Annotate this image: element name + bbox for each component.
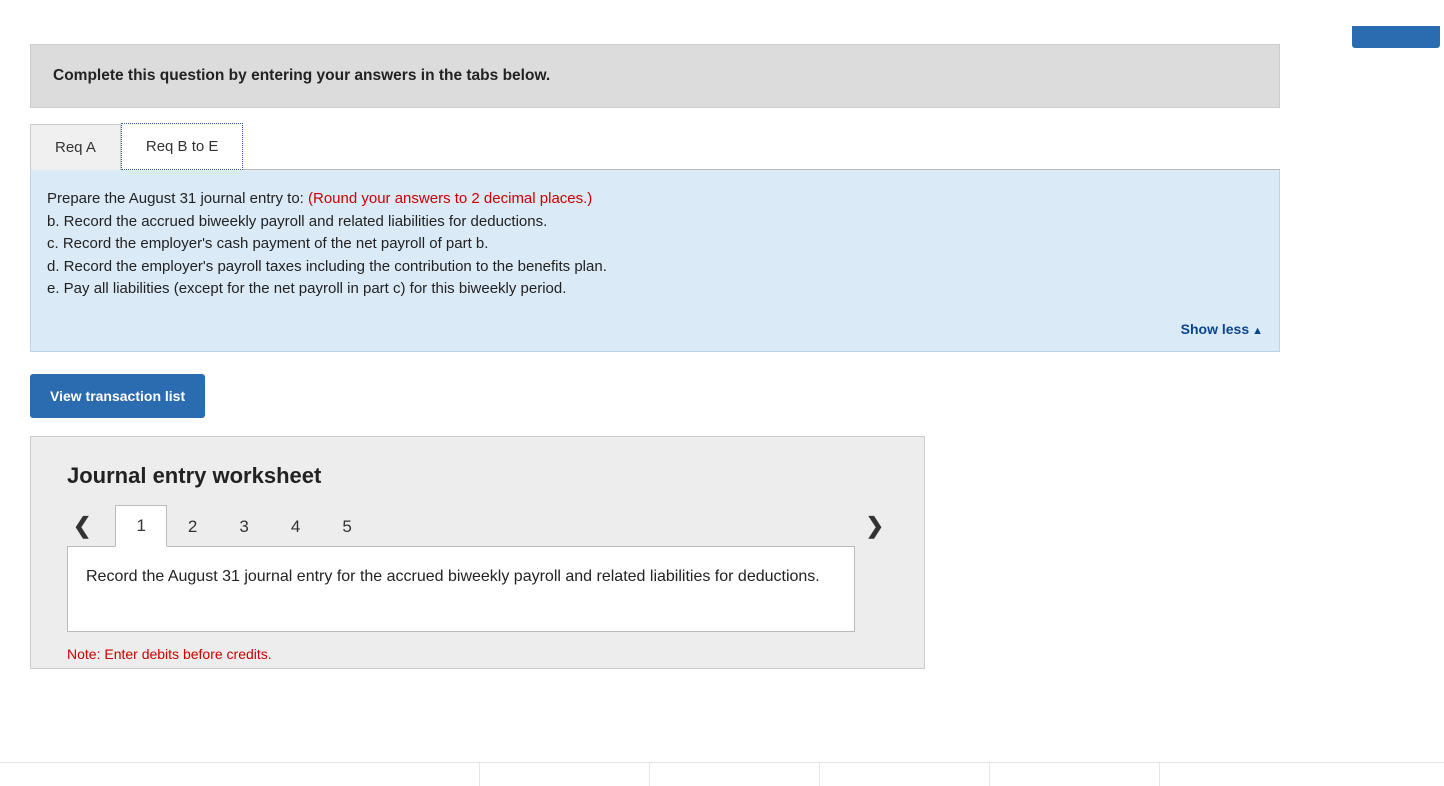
status-segment	[990, 763, 1160, 786]
status-segment	[480, 763, 650, 786]
round-note: (Round your answers to 2 decimal places.…	[308, 190, 592, 207]
question-panel: Prepare the August 31 journal entry to: …	[30, 170, 1280, 352]
question-part-e: e. Pay all liabilities (except for the n…	[47, 278, 1263, 301]
worksheet-title: Journal entry worksheet	[67, 463, 898, 489]
chevron-left-icon[interactable]: ❮	[67, 505, 97, 547]
question-part-b: b. Record the accrued biweekly payroll a…	[47, 211, 1263, 234]
question-part-d: d. Record the employer's payroll taxes i…	[47, 256, 1263, 279]
question-intro-line: Prepare the August 31 journal entry to: …	[47, 188, 1263, 211]
journal-entry-prompt: Record the August 31 journal entry for t…	[67, 546, 855, 632]
journal-worksheet-panel: Journal entry worksheet ❮ 1 2 3 4 5 ❯ Re…	[30, 436, 925, 669]
worksheet-pager: ❮ 1 2 3 4 5 ❯	[67, 505, 898, 547]
tab-req-a[interactable]: Req A	[30, 124, 121, 170]
debits-before-credits-note: Note: Enter debits before credits.	[67, 646, 898, 662]
header-button-stub	[1352, 26, 1440, 48]
page-tab-1[interactable]: 1	[115, 505, 166, 547]
status-segment	[650, 763, 820, 786]
status-segment	[1160, 763, 1444, 786]
show-less-toggle[interactable]: Show less▲	[47, 321, 1263, 337]
bottom-status-bar	[0, 762, 1444, 786]
page-tab-5[interactable]: 5	[321, 506, 372, 547]
page-tab-3[interactable]: 3	[218, 506, 269, 547]
page-tabs: 1 2 3 4 5	[115, 505, 372, 547]
question-intro: Prepare the August 31 journal entry to:	[47, 190, 308, 207]
view-transaction-list-button[interactable]: View transaction list	[30, 374, 205, 418]
req-tabs: Req A Req B to E	[30, 122, 1280, 170]
status-segment	[820, 763, 990, 786]
page-tab-4[interactable]: 4	[270, 506, 321, 547]
tab-req-b-to-e[interactable]: Req B to E	[121, 123, 244, 170]
status-segment	[0, 763, 480, 786]
question-part-c: c. Record the employer's cash payment of…	[47, 233, 1263, 256]
page-tab-2[interactable]: 2	[167, 506, 218, 547]
chevron-right-icon[interactable]: ❯	[860, 505, 890, 547]
instruction-banner: Complete this question by entering your …	[30, 44, 1280, 108]
caret-up-icon: ▲	[1252, 325, 1263, 337]
show-less-label: Show less	[1181, 321, 1249, 337]
